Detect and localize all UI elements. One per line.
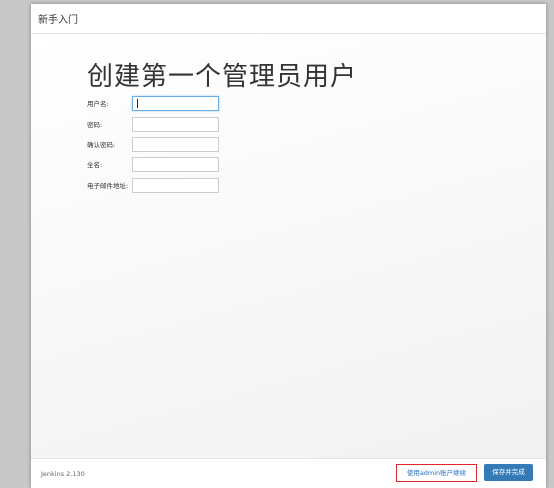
save-and-finish-button[interactable]: 保存并完成: [484, 464, 533, 481]
dialog-title: 新手入门: [38, 15, 78, 26]
fullname-label: 全名:: [87, 161, 103, 169]
continue-as-admin-button[interactable]: 使用admin账户继续: [396, 464, 477, 482]
confirm-password-label: 确认密码:: [87, 141, 116, 149]
email-label: 电子邮件地址:: [87, 182, 129, 190]
email-input[interactable]: [132, 178, 219, 193]
dialog-header: 新手入门: [31, 4, 546, 34]
fullname-input[interactable]: [132, 157, 219, 172]
dialog-body: 创建第一个管理员用户 用户名: 密码: 确认密码: 全名: 电子邮件地址:: [31, 34, 546, 459]
setup-wizard-dialog: 新手入门 创建第一个管理员用户 用户名: 密码: 确认密码: 全名: 电子邮件地…: [31, 4, 546, 488]
page-heading: 创建第一个管理员用户: [87, 62, 358, 92]
dialog-footer: Jenkins 2.130 使用admin账户继续 保存并完成: [31, 458, 546, 488]
username-label: 用户名:: [87, 100, 109, 108]
confirm-password-input[interactable]: [132, 137, 219, 152]
username-input[interactable]: [132, 96, 219, 111]
version-label: Jenkins 2.130: [41, 470, 85, 478]
password-label: 密码:: [87, 121, 103, 129]
text-caret: [137, 99, 138, 108]
password-input[interactable]: [132, 117, 219, 132]
